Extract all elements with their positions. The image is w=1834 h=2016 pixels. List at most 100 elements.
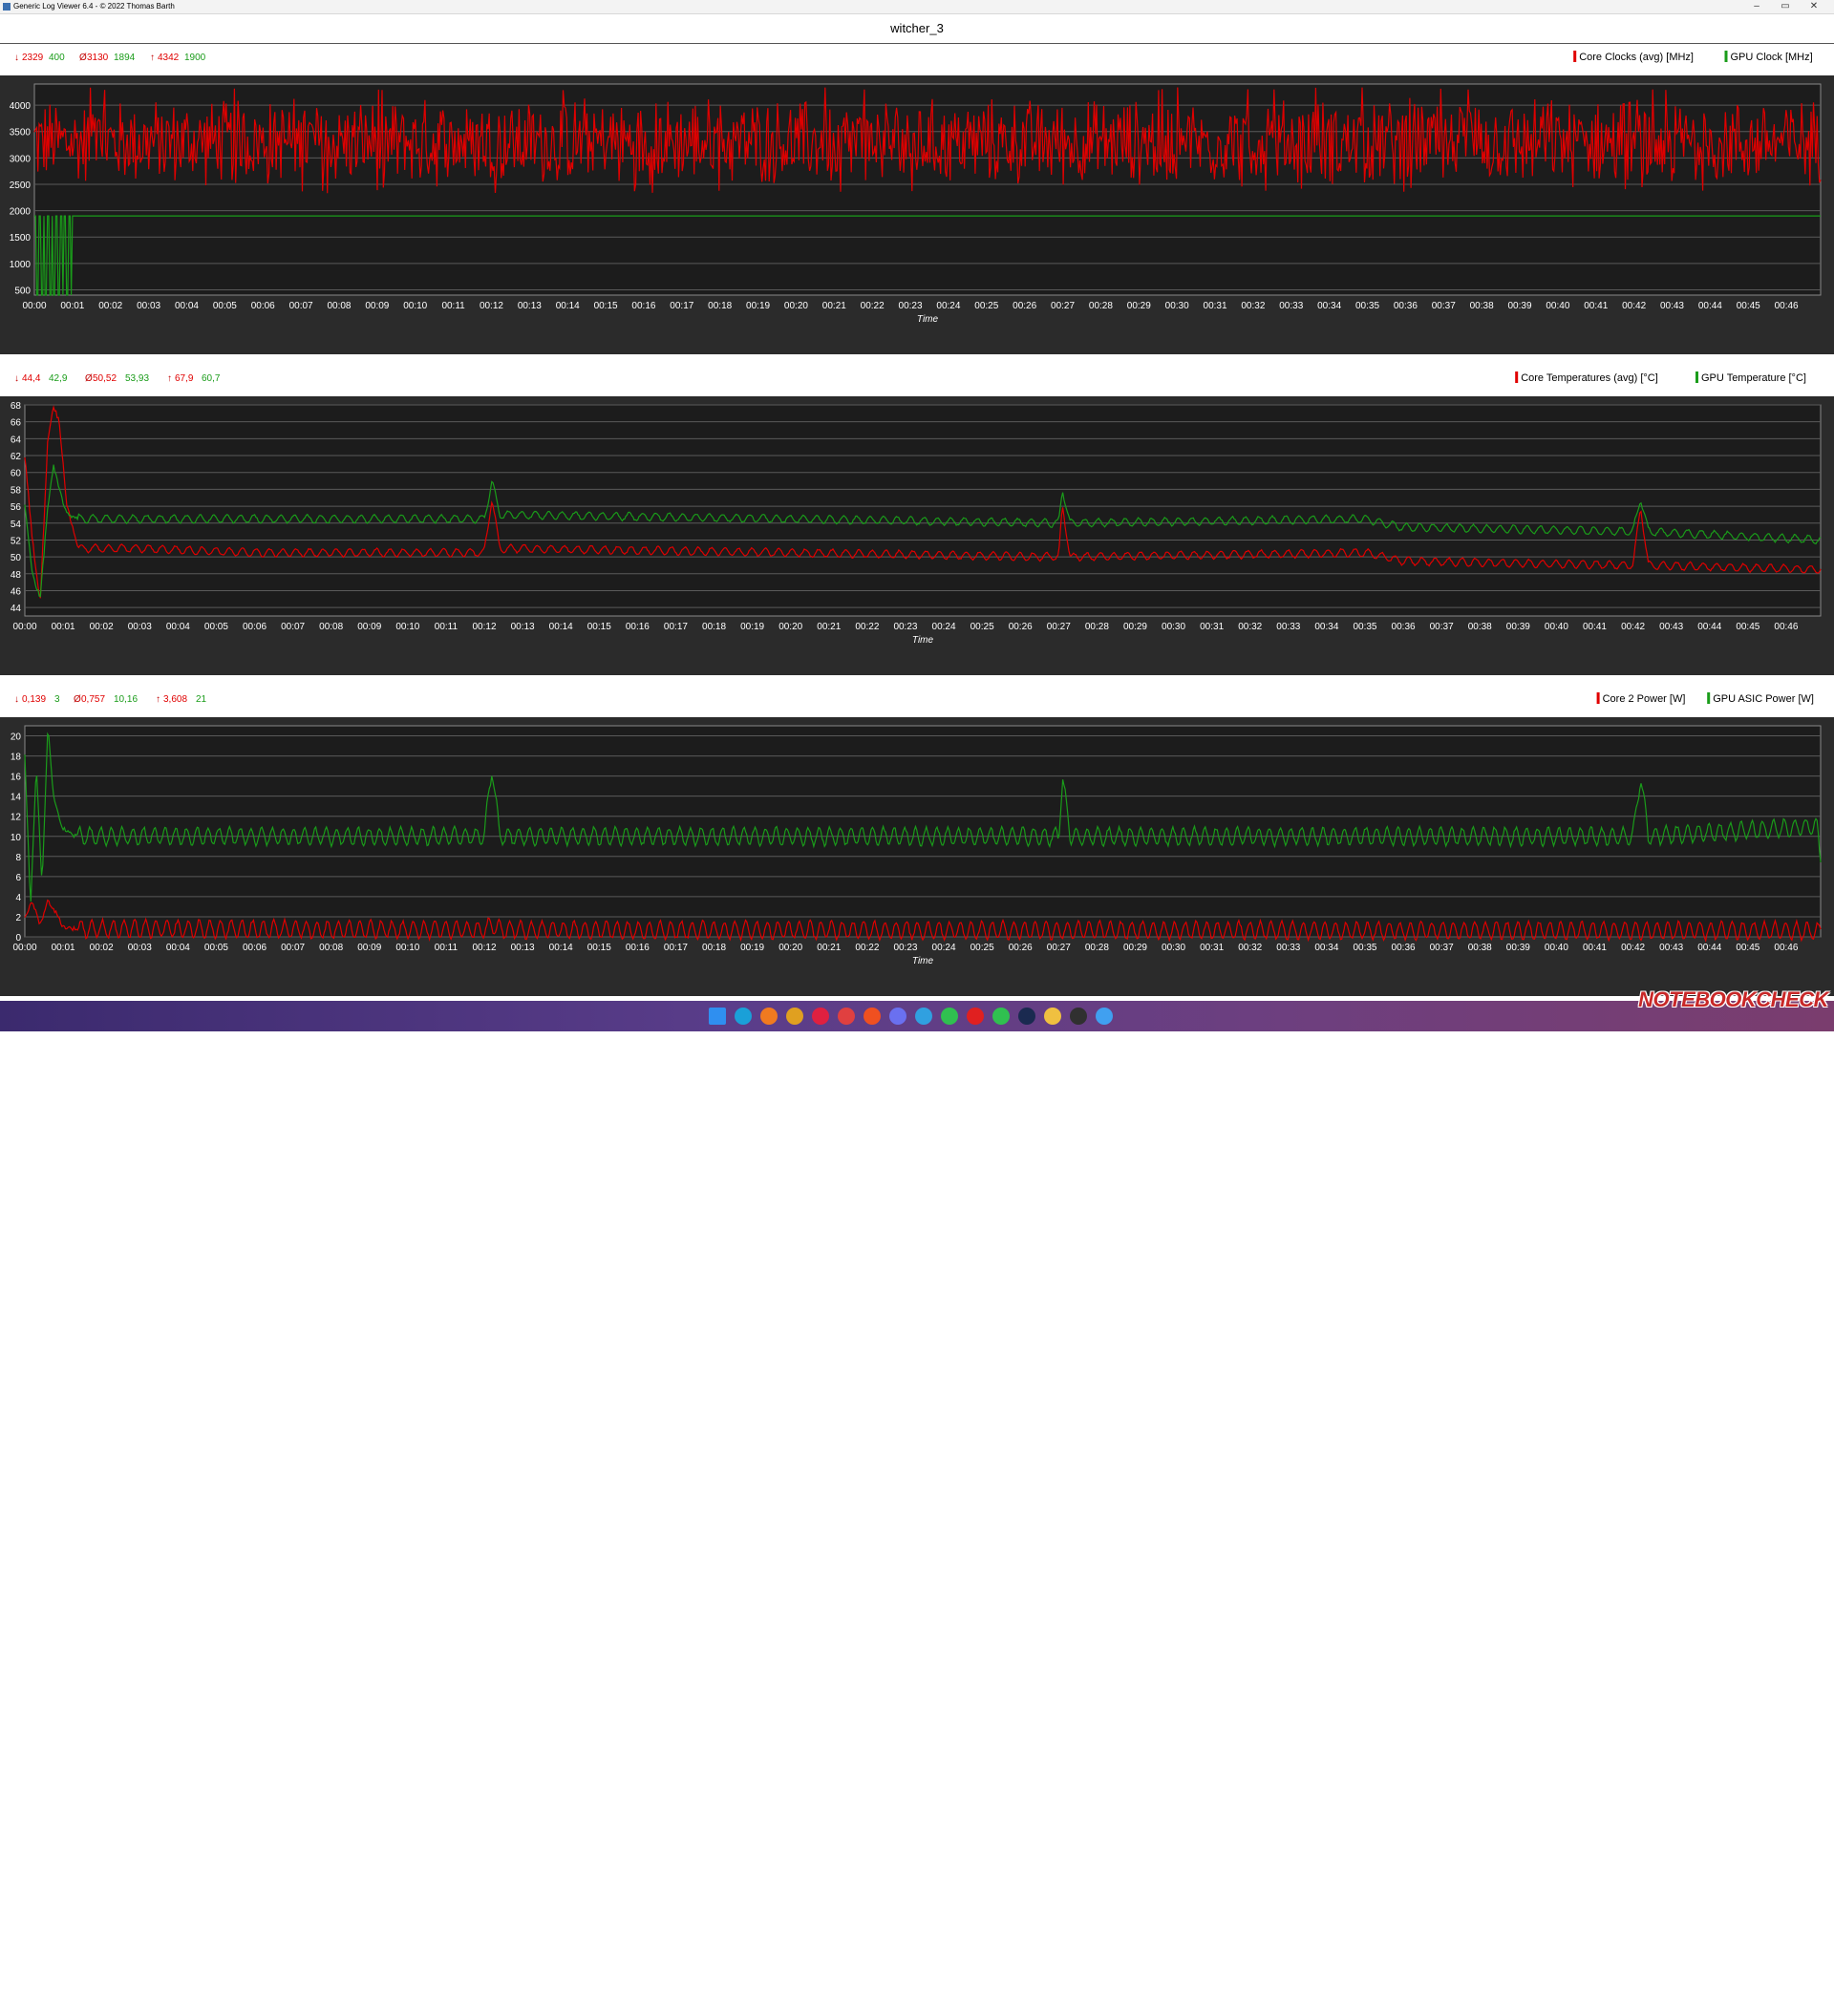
minimize-button[interactable]: – (1742, 0, 1771, 13)
x-tick-label: 00:43 (1659, 943, 1683, 953)
x-tick-label: 00:33 (1276, 943, 1300, 953)
snipping-tool-icon[interactable] (1096, 1008, 1113, 1025)
opera-icon[interactable] (812, 1008, 829, 1025)
legend-label[interactable]: Core 2 Power [W] (1603, 693, 1686, 705)
y-tick-label: 58 (11, 485, 22, 496)
x-tick-label: 00:35 (1353, 622, 1376, 632)
x-tick-label: 00:44 (1697, 943, 1721, 953)
vivaldi-icon[interactable] (838, 1008, 855, 1025)
stat-avg-red: 50,52 (93, 373, 117, 384)
steam-icon[interactable] (1018, 1008, 1035, 1025)
brave-icon[interactable] (864, 1008, 881, 1025)
x-tick-label: 00:38 (1468, 622, 1492, 632)
legend-label[interactable]: Core Clocks (avg) [MHz] (1579, 52, 1694, 63)
power-chart[interactable]: ↓ 0,139 3 Ø 0,757 10,16 ↑ 3,608 21 GPU ASIC Power… (0, 685, 1834, 1004)
y-tick-label: 62 (11, 452, 22, 462)
x-tick-label: 00:10 (403, 301, 427, 311)
legend-label[interactable]: GPU Temperature [°C] (1701, 372, 1806, 384)
x-tick-label: 00:13 (511, 943, 535, 953)
x-tick-label: 00:23 (899, 301, 923, 311)
y-tick-label: 14 (11, 793, 22, 803)
temperature-chart[interactable]: ↓ 44,4 42,9 Ø 50,52 53,93 ↑ 67,9 60,7 GPU Tempera… (0, 364, 1834, 683)
app-icon (3, 3, 11, 11)
telegram-icon[interactable] (915, 1008, 932, 1025)
plot-area (24, 404, 1822, 617)
x-tick-label: 00:39 (1507, 301, 1531, 311)
x-tick-label: 00:24 (932, 622, 956, 632)
x-tick-label: 00:45 (1737, 301, 1760, 311)
x-tick-label: 00:35 (1355, 301, 1379, 311)
edge-icon[interactable] (735, 1008, 752, 1025)
stat-max-red: 67,9 (175, 373, 194, 384)
y-tick-label: 500 (14, 286, 31, 296)
close-button[interactable]: ✕ (1800, 0, 1828, 13)
x-tick-label: 00:03 (128, 622, 152, 632)
x-tick-label: 00:12 (473, 622, 497, 632)
file-explorer-icon[interactable] (1044, 1008, 1061, 1025)
x-tick-label: 00:36 (1392, 943, 1416, 953)
stat-max-green: 21 (196, 694, 207, 705)
y-tick-label: 1000 (10, 260, 32, 270)
youtube-music-icon[interactable] (967, 1008, 984, 1025)
y-tick-label: 66 (11, 418, 22, 429)
x-tick-label: 00:15 (587, 622, 611, 632)
system-tray[interactable]: 30-04-2023 (1749, 2005, 1788, 2016)
stat-avg-symbol: Ø (85, 373, 93, 384)
firefox-icon[interactable] (760, 1008, 778, 1025)
x-tick-label: 00:37 (1432, 301, 1456, 311)
stat-min-green: 3 (54, 694, 60, 705)
stat-min: ↓ 2329 400 (14, 53, 65, 63)
y-tick-label: 60 (11, 469, 22, 479)
x-tick-label: 00:41 (1583, 943, 1607, 953)
x-tick-label: 00:00 (12, 622, 36, 632)
x-tick-label: 00:25 (970, 943, 994, 953)
y-tick-label: 64 (11, 435, 22, 445)
maximize-button[interactable]: ▭ (1771, 0, 1800, 13)
legend-label[interactable]: GPU ASIC Power [W] (1713, 693, 1814, 705)
clock-chart[interactable]: ↓ 2329 400 Ø 3130 1894 ↑ 4342 1900 GPU Clock [MHz… (0, 43, 1834, 362)
stat-min: ↓ 44,4 42,9 (14, 373, 68, 384)
stat-max-green: 60,7 (202, 373, 221, 384)
x-tick-label: 00:33 (1276, 622, 1300, 632)
y-tick-label: 8 (15, 853, 21, 863)
stat-max-symbol: ↑ (156, 694, 160, 705)
discord-icon[interactable] (889, 1008, 906, 1025)
x-tick-label: 00:18 (702, 622, 726, 632)
stat-min-red: 44,4 (22, 373, 41, 384)
x-tick-label: 00:20 (784, 301, 808, 311)
x-tick-label: 00:28 (1089, 301, 1113, 311)
x-tick-label: 00:45 (1736, 943, 1759, 953)
x-tick-label: 00:29 (1123, 943, 1147, 953)
legend-label[interactable]: Core Temperatures (avg) [°C] (1521, 372, 1658, 384)
x-tick-label: 00:39 (1506, 943, 1530, 953)
app-title: Generic Log Viewer 6.4 - © 2022 Thomas B… (13, 2, 175, 11)
terminal-icon[interactable] (1070, 1008, 1087, 1025)
y-tick-label: 54 (11, 520, 22, 530)
x-tick-label: 00:42 (1622, 301, 1646, 311)
whatsapp-icon[interactable] (941, 1008, 958, 1025)
chrome-icon[interactable] (786, 1008, 803, 1025)
x-tick-label: 00:16 (631, 301, 655, 311)
stat-max-green: 1900 (184, 53, 206, 63)
x-axis-label: Time (912, 635, 934, 646)
legend-swatch (1573, 51, 1577, 62)
x-axis-label: Time (912, 956, 934, 966)
x-tick-label: 00:26 (1013, 301, 1036, 311)
x-tick-label: 00:26 (1009, 622, 1033, 632)
x-tick-label: 00:46 (1775, 301, 1799, 311)
x-tick-label: 00:11 (441, 301, 465, 311)
x-tick-label: 00:15 (587, 943, 611, 953)
legend-label[interactable]: GPU Clock [MHz] (1731, 52, 1813, 63)
stat-min-symbol: ↓ (14, 373, 19, 384)
spotify-icon[interactable] (992, 1008, 1010, 1025)
windows-start-icon[interactable] (709, 1008, 726, 1025)
window-controls: – ▭ ✕ (1742, 0, 1828, 13)
x-tick-label: 00:40 (1545, 943, 1568, 953)
x-tick-label: 00:14 (549, 622, 573, 632)
x-tick-label: 00:02 (90, 622, 114, 632)
x-tick-label: 00:36 (1394, 301, 1418, 311)
x-tick-label: 00:10 (395, 622, 419, 632)
x-tick-label: 00:40 (1546, 301, 1569, 311)
y-tick-label: 68 (11, 401, 22, 412)
x-tick-label: 00:02 (90, 943, 114, 953)
